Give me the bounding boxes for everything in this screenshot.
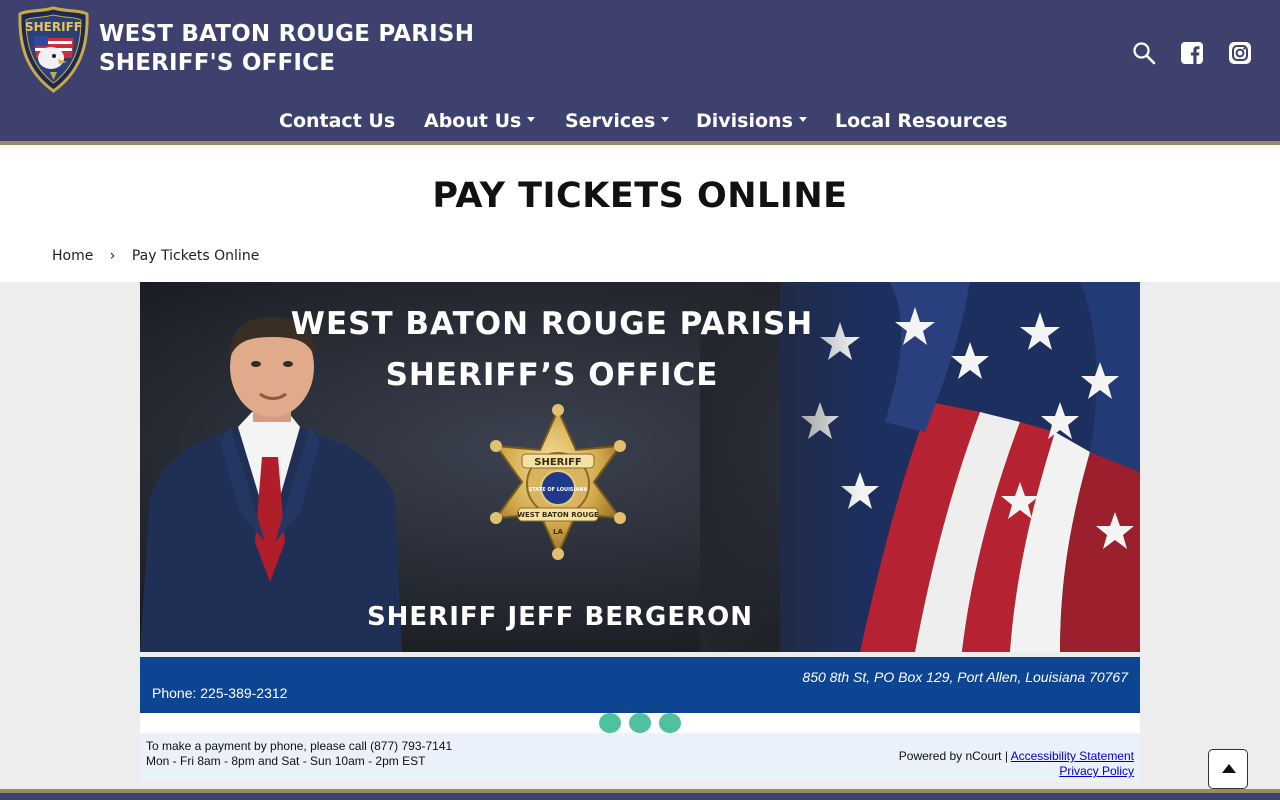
nav-services[interactable]: Services: [565, 103, 670, 139]
nav-contact-us-label: Contact Us: [279, 110, 396, 132]
contact-address: 850 8th St, PO Box 129, Port Allen, Loui…: [802, 669, 1128, 685]
breadcrumb: Home › Pay Tickets Online: [52, 248, 259, 264]
facebook-icon[interactable]: [1180, 41, 1204, 65]
payment-info-bar: To make a payment by phone, please call …: [140, 733, 1140, 782]
contact-bar: 850 8th St, PO Box 129, Port Allen, Loui…: [140, 657, 1140, 713]
nav-local-resources[interactable]: Local Resources: [835, 103, 1008, 139]
nav-about-us-label: About Us: [424, 110, 522, 132]
nav-about-us[interactable]: About Us: [424, 103, 536, 139]
site-header: SHERIFF WEST BATON ROUGE PARISH SHERIFF'…: [0, 0, 1280, 141]
svg-text:STATE OF LOUISIANA: STATE OF LOUISIANA: [529, 487, 588, 493]
banner-caption: SHERIFF JEFF BERGERON: [367, 602, 753, 632]
breadcrumb-home-link[interactable]: Home: [52, 248, 93, 264]
nav-services-label: Services: [565, 110, 656, 132]
privacy-policy-link[interactable]: Privacy Policy: [1059, 764, 1134, 778]
nav-divisions[interactable]: Divisions: [696, 103, 807, 139]
caret-down-icon: [527, 117, 536, 122]
caret-down-icon: [798, 117, 807, 122]
carousel-dot-3[interactable]: [659, 713, 681, 733]
payment-links: Powered by nCourt | Accessibility Statem…: [899, 749, 1134, 779]
banner-image: SHERIFF STATE OF LOUISIANA WEST BATON RO…: [140, 282, 1140, 652]
page-title: PAY TICKETS ONLINE: [432, 176, 848, 216]
banner-line1: WEST BATON ROUGE PARISH: [291, 306, 813, 342]
payment-phone-line: To make a payment by phone, please call …: [146, 739, 453, 753]
carousel-dot-2[interactable]: [629, 713, 651, 733]
caret-down-icon: [661, 117, 670, 122]
svg-text:SHERIFF: SHERIFF: [534, 457, 582, 468]
accessibility-statement-link[interactable]: Accessibility Statement: [1011, 749, 1134, 763]
site-title-line1: WEST BATON ROUGE PARISH: [99, 21, 475, 47]
breadcrumb-separator-icon: ›: [109, 248, 116, 264]
powered-by-text: Powered by nCourt |: [898, 749, 1011, 763]
main-nav: Contact Us About Us Services Divisions L…: [0, 103, 1280, 139]
nav-divisions-label: Divisions: [696, 110, 793, 132]
carousel-dot-1[interactable]: [599, 713, 621, 733]
instagram-icon[interactable]: [1228, 41, 1252, 65]
svg-text:SHERIFF: SHERIFF: [25, 20, 82, 34]
scroll-to-top-button[interactable]: [1208, 749, 1248, 789]
site-title[interactable]: WEST BATON ROUGE PARISH SHERIFF'S OFFICE: [99, 20, 474, 78]
footer-bar: [0, 793, 1280, 800]
payment-hours-line: Mon - Fri 8am - 8pm and Sat - Sun 10am -…: [146, 754, 426, 768]
carousel-dots: [140, 713, 1140, 733]
breadcrumb-current: Pay Tickets Online: [131, 248, 260, 264]
svg-text:WEST BATON ROUGE: WEST BATON ROUGE: [517, 511, 599, 519]
sheriff-banner: SHERIFF STATE OF LOUISIANA WEST BATON RO…: [140, 282, 1140, 652]
banner-line2: SHERIFF’S OFFICE: [386, 357, 719, 393]
site-title-line2: SHERIFF'S OFFICE: [99, 50, 336, 76]
contact-phone: Phone: 225-389-2312: [152, 685, 288, 701]
sheriff-badge-logo[interactable]: SHERIFF: [18, 6, 89, 93]
search-icon[interactable]: [1132, 41, 1156, 65]
svg-text:LA: LA: [553, 528, 563, 536]
nav-local-resources-label: Local Resources: [835, 110, 1008, 132]
nav-contact-us[interactable]: Contact Us: [279, 103, 395, 139]
payment-phone-info: To make a payment by phone, please call …: [146, 739, 452, 769]
